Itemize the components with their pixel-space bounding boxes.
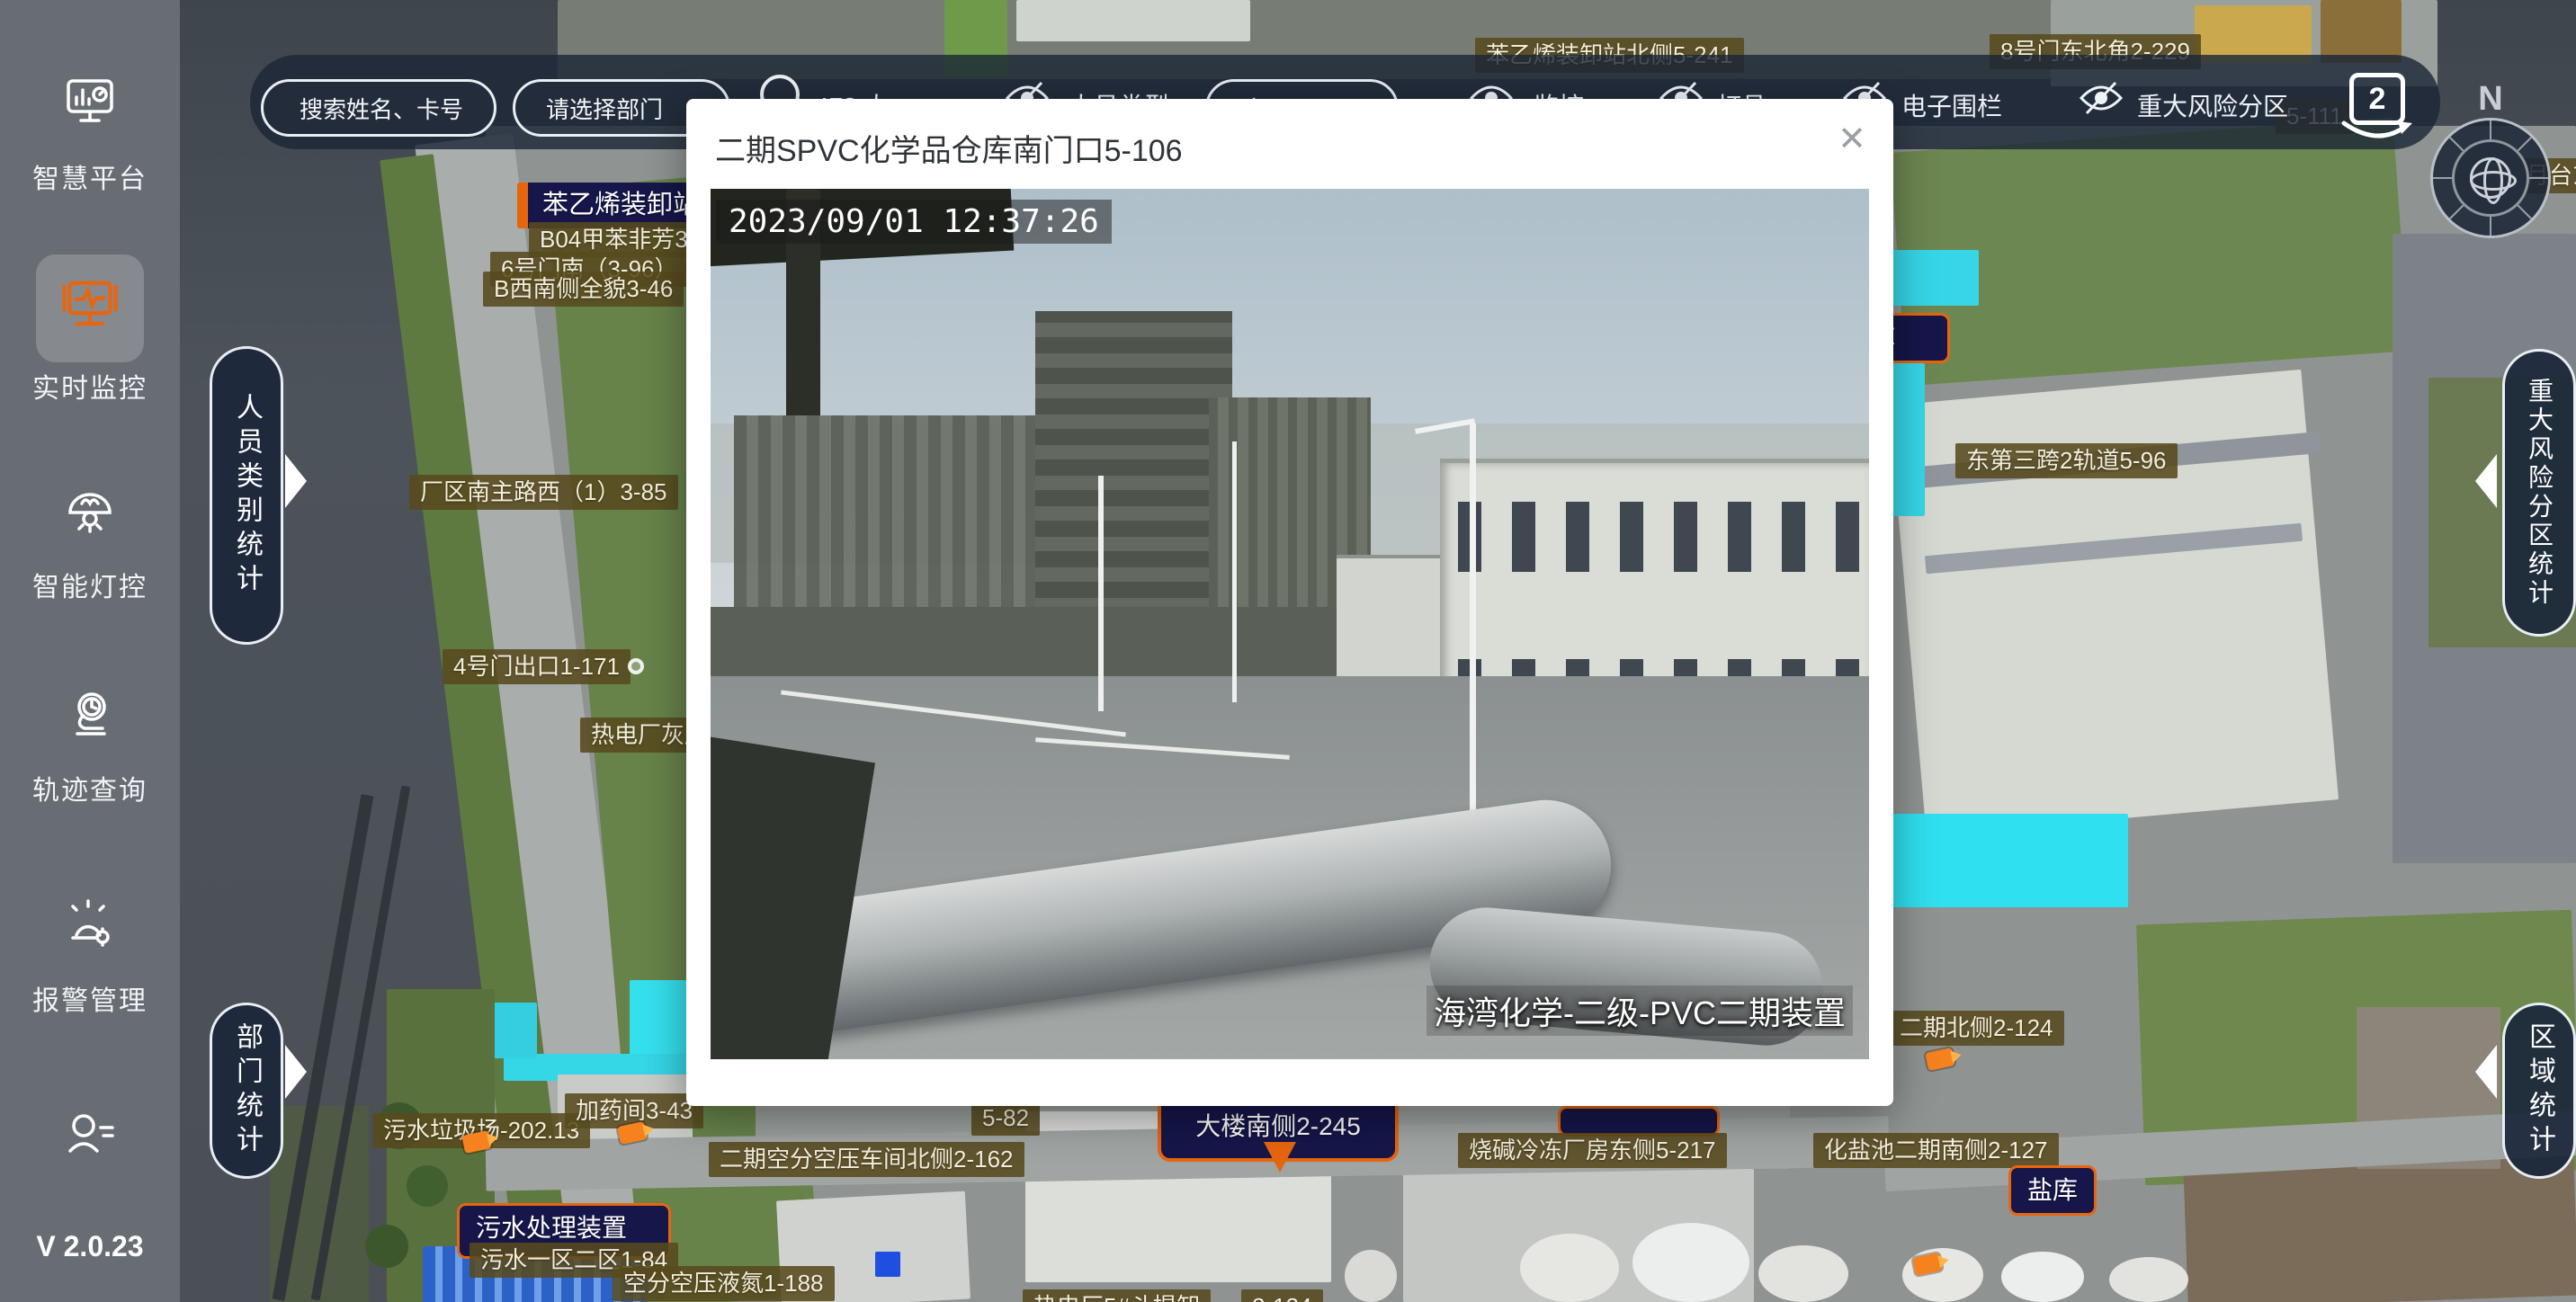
sidebar-item-realtime-monitor[interactable] bbox=[36, 254, 144, 362]
expand-arrow-icon[interactable] bbox=[2475, 1045, 2497, 1099]
expand-arrow-icon[interactable] bbox=[285, 1045, 307, 1099]
panel-tab-area-stats[interactable]: 区域统计 bbox=[2502, 1003, 2576, 1179]
dashboard-monitor-icon bbox=[0, 74, 180, 131]
sidebar-item-personnel[interactable] bbox=[0, 1108, 180, 1165]
expand-arrow-icon[interactable] bbox=[2475, 454, 2497, 508]
map-label[interactable] bbox=[1558, 1106, 1720, 1137]
map-label[interactable]: 盐库 bbox=[2008, 1165, 2097, 1216]
compass-north-label: N bbox=[2430, 80, 2551, 119]
sidebar-item-label: 轨迹查询 bbox=[0, 768, 180, 807]
department-select-placeholder: 请选择部门 bbox=[546, 92, 663, 125]
rotate-arrow-icon bbox=[2339, 120, 2416, 143]
app-version: V 2.0.23 bbox=[0, 1230, 180, 1263]
sidebar: 智慧平台 实时监控 bbox=[0, 0, 180, 1302]
map-label[interactable]: B西南侧全貌3-46 bbox=[483, 272, 684, 307]
panel-tab-department-stats[interactable]: 部门统计 bbox=[210, 1003, 283, 1179]
sidebar-item-label: 智能灯控 bbox=[0, 565, 180, 604]
view-toggle-badge: 2 bbox=[2369, 82, 2386, 117]
photo-light-pole bbox=[1470, 424, 1476, 824]
map-label[interactable]: 热电厂5#斗提卸 bbox=[1023, 1289, 1211, 1302]
map-point-marker[interactable] bbox=[628, 658, 644, 674]
map-label[interactable]: 二期北侧2-124 bbox=[1889, 1011, 2064, 1046]
camera-snapshot: 2023/09/01 12:37:26 海湾化学-二级-PVC二期装置 bbox=[711, 189, 1869, 1059]
photo-light-pole bbox=[1232, 441, 1237, 702]
camera-icon[interactable] bbox=[1912, 1253, 1943, 1276]
sidebar-item-alarm-manage[interactable]: 报警管理 bbox=[0, 897, 180, 1018]
map-label[interactable]: 2-134 bbox=[1241, 1289, 1323, 1302]
person-list-icon bbox=[0, 1108, 180, 1165]
expand-arrow-icon[interactable] bbox=[285, 454, 307, 508]
track-query-icon bbox=[0, 689, 180, 746]
app-root: 苯乙烯装卸站北侧5-2418号门东北角2-2295-111月台东侧5苯乙烯装卸站… bbox=[0, 0, 2576, 1302]
sidebar-item-track-query[interactable]: 轨迹查询 bbox=[0, 689, 180, 807]
photo-timestamp: 2023/09/01 12:37:26 bbox=[716, 200, 1112, 244]
sidebar-item-realtime-label[interactable]: 实时监控 bbox=[0, 366, 180, 406]
toggle-risk-zone-label[interactable]: 重大风险分区 bbox=[2137, 87, 2288, 123]
map-label[interactable]: 4号门出口1-171 bbox=[443, 649, 631, 684]
photo-windows bbox=[1458, 502, 1864, 571]
realtime-monitor-icon bbox=[56, 272, 124, 345]
sidebar-item-label: 报警管理 bbox=[0, 978, 180, 1018]
compass[interactable]: N bbox=[2430, 118, 2551, 238]
photo-watermark: 海湾化学-二级-PVC二期装置 bbox=[1427, 985, 1853, 1036]
globe-icon bbox=[2470, 157, 2511, 199]
panel-tab-risk-zone-stats[interactable]: 重大风险分区统计 bbox=[2502, 349, 2576, 637]
map-label[interactable]: 空分空压液氮1-188 bbox=[613, 1266, 835, 1301]
camera-icon[interactable] bbox=[1925, 1048, 1955, 1071]
map-label[interactable]: 厂区南主路西（1）3-85 bbox=[409, 475, 678, 510]
close-icon[interactable]: ✕ bbox=[1838, 119, 1866, 159]
sidebar-item-label: 智慧平台 bbox=[0, 156, 180, 196]
photo-light-pole bbox=[1098, 476, 1104, 710]
view-toggle-2d-icon[interactable]: 2 bbox=[2349, 73, 2405, 125]
eye-off-icon[interactable] bbox=[2078, 80, 2124, 120]
map-label[interactable]: 二期空分空压车间北侧2-162 bbox=[709, 1142, 1024, 1177]
sidebar-item-smart-light[interactable]: 智能灯控 bbox=[0, 484, 180, 604]
search-input[interactable]: 搜索姓名、卡号 bbox=[261, 79, 496, 137]
smart-light-icon bbox=[0, 484, 180, 541]
alarm-manage-icon bbox=[0, 897, 180, 955]
map-label[interactable]: 化盐池二期南侧2-127 bbox=[1813, 1133, 2059, 1168]
sidebar-item-platform[interactable]: 智慧平台 bbox=[0, 74, 180, 196]
panel-tab-personnel-category[interactable]: 人员类别统计 bbox=[210, 346, 283, 645]
sidebar-item-label: 实时监控 bbox=[0, 366, 180, 406]
toggle-fence-label[interactable]: 电子围栏 bbox=[1901, 87, 2002, 123]
modal-title: 二期SPVC化学品仓库南门口5-106 bbox=[715, 126, 1183, 170]
camera-modal: 二期SPVC化学品仓库南门口5-106 ✕ bbox=[686, 99, 1893, 1106]
map-label[interactable]: 烧碱冷冻厂房东侧5-217 bbox=[1458, 1133, 1727, 1168]
photo-structure bbox=[711, 607, 1429, 685]
map-label[interactable]: 东第三跨2轨道5-96 bbox=[1955, 443, 2178, 478]
